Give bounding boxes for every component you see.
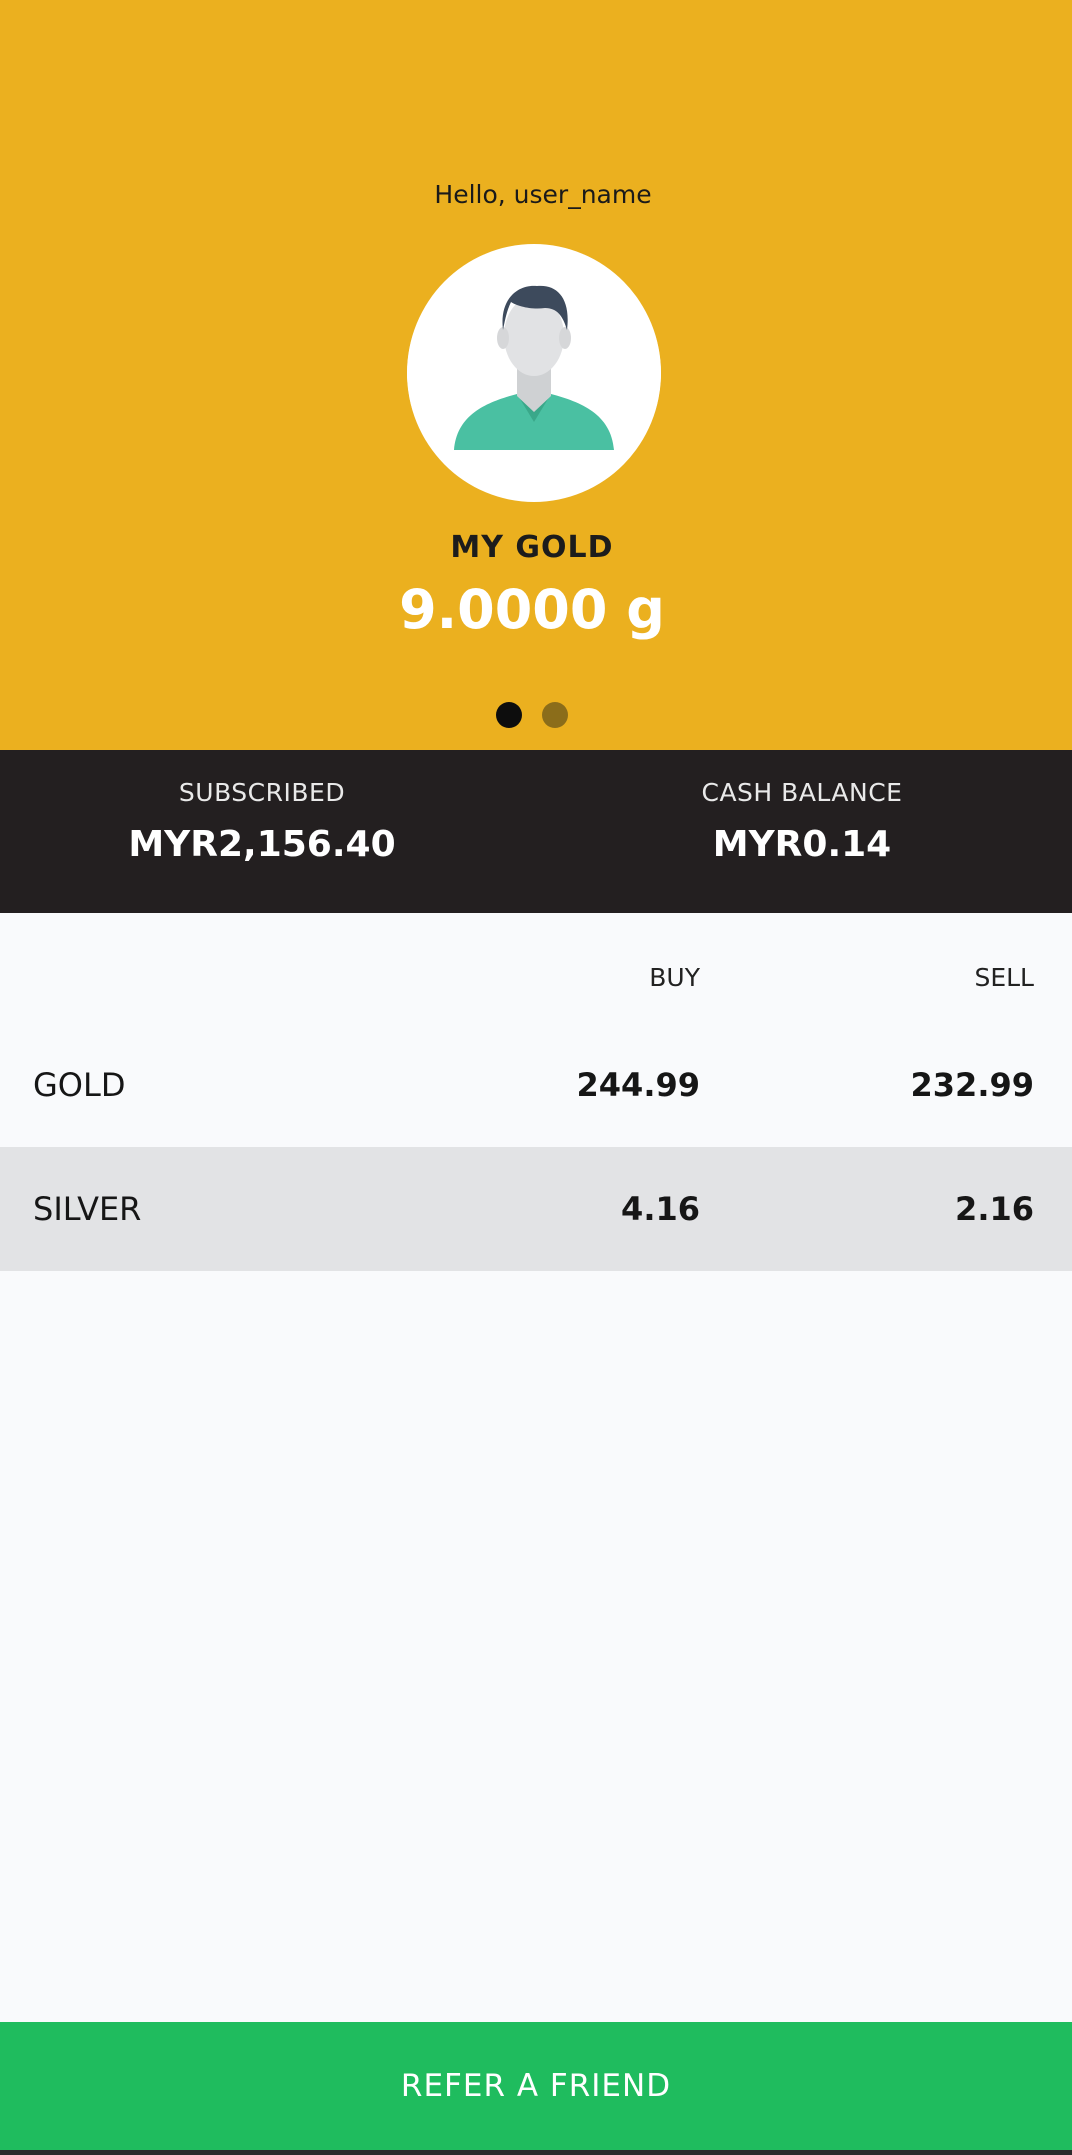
app-screen: Hello, user_name MY GOLD 9.0000 g SUBSCR… <box>0 0 1072 2155</box>
profile-header: Hello, user_name MY GOLD 9.0000 g <box>0 0 1072 750</box>
bottom-divider <box>0 2150 1072 2155</box>
subscribed-value: MYR2,156.40 <box>128 824 396 865</box>
sell-price: 232.99 <box>910 1066 1034 1104</box>
price-row-silver[interactable]: SILVER 4.16 2.16 <box>0 1147 1072 1271</box>
my-gold-label: MY GOLD <box>450 530 614 565</box>
cash-balance-label: CASH BALANCE <box>701 778 903 807</box>
metal-name: GOLD <box>33 1066 126 1104</box>
sell-price: 2.16 <box>955 1190 1034 1228</box>
refer-a-friend-button[interactable]: REFER A FRIEND <box>0 2022 1072 2150</box>
buy-column-header: BUY <box>649 963 700 992</box>
cash-balance-block: CASH BALANCE MYR0.14 <box>536 750 1068 913</box>
buy-price: 244.99 <box>576 1066 700 1104</box>
subscribed-block: SUBSCRIBED MYR2,156.40 <box>0 750 524 913</box>
price-table: BUY SELL GOLD 244.99 232.99 SILVER 4.16 … <box>0 913 1072 1271</box>
buy-price: 4.16 <box>621 1190 700 1228</box>
price-table-header: BUY SELL <box>0 913 1072 1023</box>
carousel-indicator <box>496 702 576 730</box>
my-gold-value: 9.0000 g <box>399 578 665 641</box>
sell-column-header: SELL <box>974 963 1034 992</box>
carousel-dot-2[interactable] <box>542 702 568 728</box>
carousel-dot-1[interactable] <box>496 702 522 728</box>
cash-balance-value: MYR0.14 <box>712 824 892 865</box>
metal-name: SILVER <box>33 1190 142 1228</box>
balance-bar: SUBSCRIBED MYR2,156.40 CASH BALANCE MYR0… <box>0 750 1072 913</box>
user-avatar-icon[interactable] <box>407 244 661 502</box>
price-row-gold[interactable]: GOLD 244.99 232.99 <box>0 1023 1072 1147</box>
subscribed-label: SUBSCRIBED <box>178 778 346 807</box>
greeting-text: Hello, user_name <box>434 180 652 209</box>
